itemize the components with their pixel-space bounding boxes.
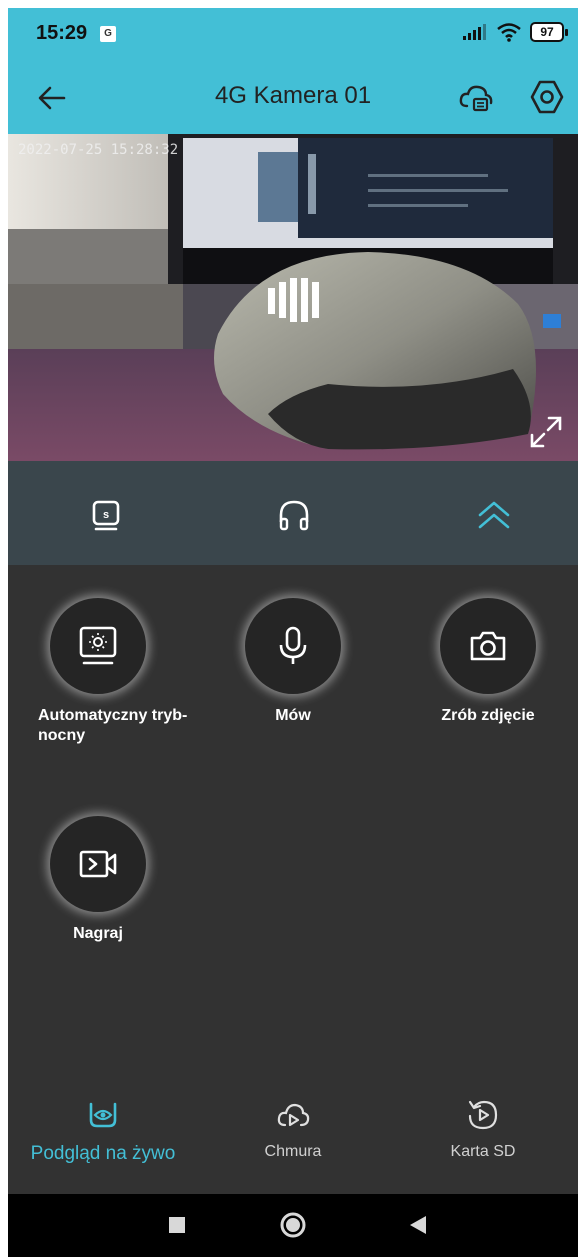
night-mode-action[interactable]: Automatyczny tryb-nocny bbox=[8, 598, 188, 746]
talk-label: Mów bbox=[275, 707, 311, 724]
talk-action[interactable]: Mów bbox=[203, 598, 383, 726]
snapshot-label: Zrób zdjęcie bbox=[441, 707, 535, 724]
night-mode-label: Automatyczny tryb-nocny bbox=[38, 707, 188, 744]
app-bar: 4G Kamera 01 bbox=[8, 60, 578, 134]
snapshot-action[interactable]: Zrób zdjęcie bbox=[398, 598, 578, 726]
chevron-up-double-icon[interactable] bbox=[474, 495, 514, 535]
night-mode-button[interactable] bbox=[50, 598, 146, 694]
back-nav-icon[interactable] bbox=[406, 1213, 430, 1237]
camera-icon bbox=[470, 631, 506, 661]
nav-sd-card[interactable]: Karta SD bbox=[388, 1098, 578, 1161]
snapshot-button[interactable] bbox=[440, 598, 536, 694]
nav-live-view-label: Podgląd na żywo bbox=[30, 1143, 176, 1164]
status-bar: 15:29 G 97 bbox=[8, 8, 578, 60]
svg-text:s: s bbox=[103, 509, 109, 521]
nav-live-view[interactable]: Podgląd na żywo bbox=[8, 1098, 198, 1165]
loading-bars-icon bbox=[268, 278, 319, 322]
record-label: Nagraj bbox=[73, 925, 123, 942]
battery-icon: 97 bbox=[530, 22, 568, 42]
sd-quality-icon[interactable]: s bbox=[86, 495, 126, 535]
microphone-icon bbox=[279, 626, 307, 664]
control-bar: s bbox=[8, 461, 578, 565]
live-eye-icon bbox=[89, 1102, 117, 1128]
expand-icon[interactable] bbox=[528, 414, 564, 450]
wifi-icon bbox=[497, 23, 521, 42]
status-indicators: 97 bbox=[462, 22, 568, 42]
record-button[interactable] bbox=[50, 816, 146, 912]
cloud-storage-icon[interactable] bbox=[456, 78, 496, 118]
app-screen: 15:29 G 97 4G Kamera 01 2022-07-25 15:28… bbox=[8, 8, 578, 1257]
nav-cloud-label: Chmura bbox=[264, 1143, 322, 1160]
sd-replay-icon bbox=[468, 1100, 498, 1130]
camera-live-view[interactable]: 2022-07-25 15:28:32 bbox=[8, 134, 578, 461]
hexagon-settings-icon[interactable] bbox=[526, 76, 568, 118]
headphones-icon[interactable] bbox=[274, 495, 314, 535]
system-nav-bar bbox=[8, 1194, 578, 1257]
talk-button[interactable] bbox=[245, 598, 341, 694]
notification-icon: G bbox=[100, 26, 116, 42]
video-timestamp: 2022-07-25 15:28:32 bbox=[18, 142, 179, 158]
record-action[interactable]: Nagraj bbox=[8, 816, 188, 944]
recents-icon[interactable] bbox=[167, 1215, 187, 1235]
status-time: 15:29 bbox=[36, 22, 88, 44]
night-mode-monitor-icon bbox=[79, 626, 117, 665]
cloud-play-icon bbox=[277, 1103, 310, 1127]
record-video-icon bbox=[79, 850, 117, 878]
signal-icon bbox=[463, 24, 486, 40]
home-icon[interactable] bbox=[278, 1210, 308, 1240]
nav-cloud[interactable]: Chmura bbox=[198, 1098, 388, 1161]
nav-sd-card-label: Karta SD bbox=[450, 1143, 516, 1160]
